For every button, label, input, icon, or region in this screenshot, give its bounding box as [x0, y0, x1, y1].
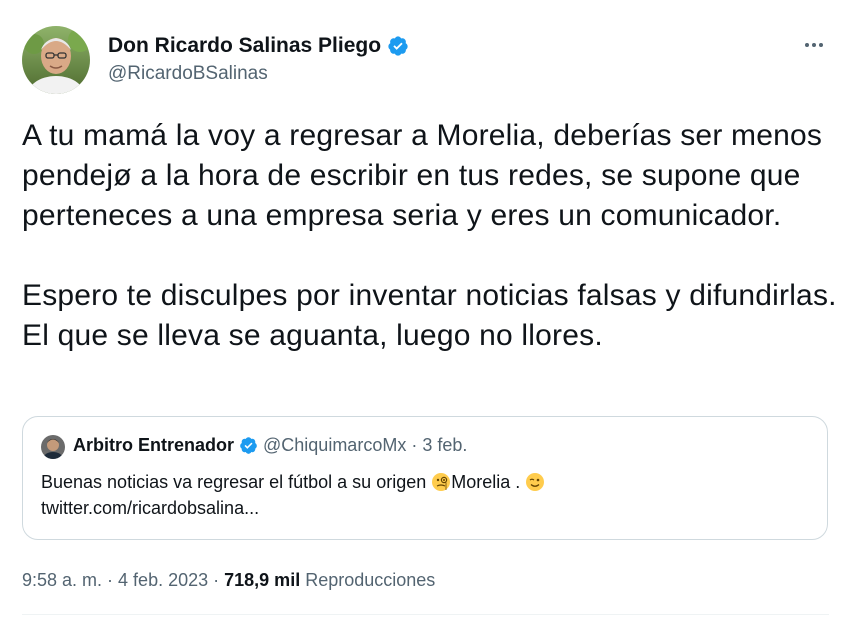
more-horizontal-icon: [805, 43, 809, 47]
separator-dot: ·: [213, 570, 220, 590]
quoted-author-avatar[interactable]: [41, 435, 65, 459]
verified-badge-icon: [239, 436, 258, 455]
more-options-button[interactable]: [799, 30, 829, 60]
quoted-handle[interactable]: @ChiquimarcoMx: [263, 435, 406, 456]
views-count[interactable]: 718,9 mil: [224, 570, 300, 591]
face-with-monocle-emoji: [431, 472, 451, 492]
tweet-meta: 9:58 a. m. · 4 feb. 2023 · 718,9 mil Rep…: [22, 570, 435, 591]
tweet-paragraph: Espero te disculpes por inventar noticia…: [22, 279, 837, 352]
author-handle[interactable]: @RicardoBSalinas: [108, 63, 268, 85]
views-label[interactable]: Reproducciones: [305, 570, 435, 591]
tweet-time[interactable]: 9:58 a. m.: [22, 570, 102, 591]
tweet-paragraph: A tu mamá la voy a regresar a Morelia, d…: [22, 119, 823, 232]
author-avatar[interactable]: [22, 26, 90, 94]
verified-badge-icon: [387, 35, 409, 57]
tweet-card: Don Ricardo Salinas Pliego @RicardoBSali…: [0, 0, 851, 620]
quoted-display-name[interactable]: Arbitro Entrenador: [73, 435, 234, 456]
divider: [22, 614, 829, 615]
author-name-row: Don Ricardo Salinas Pliego: [108, 34, 409, 58]
quoted-tweet[interactable]: Arbitro Entrenador @ChiquimarcoMx · 3 fe…: [22, 416, 828, 540]
quoted-date[interactable]: 3 feb.: [422, 435, 467, 456]
author-display-name[interactable]: Don Ricardo Salinas Pliego: [108, 34, 381, 58]
quoted-text-part: Buenas noticias va regresar el fútbol a …: [41, 472, 432, 492]
winking-face-emoji: [525, 472, 545, 492]
more-dot: [819, 43, 823, 47]
separator-dot: ·: [411, 435, 418, 455]
quoted-text: Buenas noticias va regresar el fútbol a …: [41, 469, 811, 521]
more-dot: [812, 43, 816, 47]
quoted-text-part: Morelia .: [451, 472, 526, 492]
quoted-header: Arbitro Entrenador @ChiquimarcoMx · 3 fe…: [73, 435, 467, 456]
tweet-text: A tu mamá la voy a regresar a Morelia, d…: [22, 116, 837, 356]
tweet-date[interactable]: 4 feb. 2023: [118, 570, 208, 591]
quoted-link[interactable]: twitter.com/ricardobsalina...: [41, 498, 259, 518]
separator-dot: ·: [107, 570, 114, 590]
